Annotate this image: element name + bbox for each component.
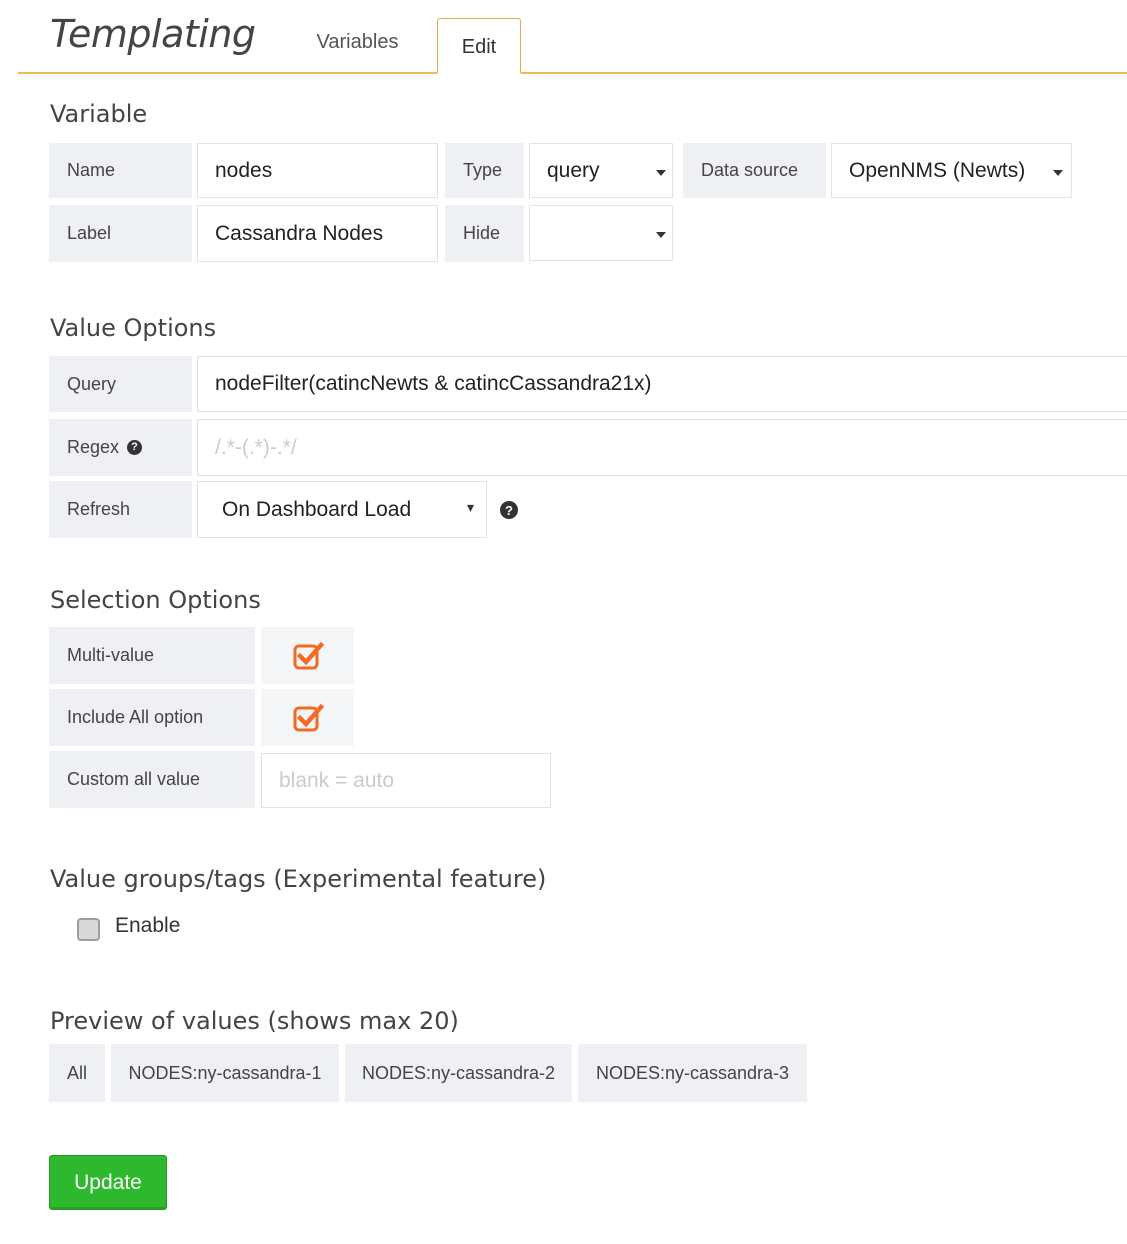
question-circle-icon[interactable]: ? bbox=[500, 501, 518, 519]
name-input[interactable]: nodes bbox=[197, 143, 438, 198]
regex-input[interactable]: /.*-(.*)-.*/ bbox=[197, 419, 1127, 476]
label-label: Label bbox=[49, 205, 192, 262]
label-input[interactable]: Cassandra Nodes bbox=[197, 205, 438, 262]
refresh-label: Refresh bbox=[49, 481, 192, 538]
chevron-down-icon: ▾ bbox=[466, 499, 474, 515]
chevron-down-icon bbox=[656, 232, 666, 238]
section-title-variable: Variable bbox=[50, 100, 148, 128]
regex-label-cell: Regex ? bbox=[49, 419, 192, 476]
checkbox-checked-icon[interactable] bbox=[292, 640, 324, 672]
name-label: Name bbox=[49, 143, 192, 198]
refresh-select[interactable]: On Dashboard Load ▾ bbox=[197, 481, 487, 538]
preview-value: NODES:ny-cassandra-2 bbox=[345, 1044, 572, 1102]
header-divider bbox=[18, 72, 1127, 74]
section-title-selection-options: Selection Options bbox=[50, 586, 261, 614]
label-input-value: Cassandra Nodes bbox=[215, 221, 384, 245]
include-all-checkbox-cell bbox=[261, 689, 354, 746]
type-select-value: query bbox=[547, 158, 600, 182]
tab-variables[interactable]: Variables bbox=[290, 26, 425, 58]
multi-value-label: Multi-value bbox=[49, 627, 255, 684]
checkbox-checked-icon[interactable] bbox=[292, 702, 324, 734]
section-title-value-groups: Value groups/tags (Experimental feature) bbox=[50, 865, 547, 893]
regex-placeholder: /.*-(.*)-.*/ bbox=[215, 435, 297, 459]
question-circle-icon[interactable]: ? bbox=[127, 440, 143, 455]
refresh-select-value: On Dashboard Load bbox=[222, 497, 412, 521]
section-title-value-options: Value Options bbox=[50, 314, 217, 342]
hide-select[interactable] bbox=[529, 205, 673, 261]
regex-label: Regex bbox=[67, 437, 120, 457]
name-input-value: nodes bbox=[215, 158, 273, 182]
hide-label: Hide bbox=[445, 205, 524, 262]
preview-value: NODES:ny-cassandra-3 bbox=[578, 1044, 807, 1102]
preview-value: NODES:ny-cassandra-1 bbox=[111, 1044, 339, 1102]
chevron-down-icon bbox=[656, 169, 666, 176]
datasource-select-value: OpenNMS (Newts) bbox=[849, 158, 1026, 182]
update-button[interactable]: Update bbox=[49, 1155, 167, 1210]
page-title: Templating bbox=[50, 12, 256, 56]
type-select[interactable]: query bbox=[529, 143, 673, 198]
custom-all-input[interactable]: blank = auto bbox=[261, 753, 551, 808]
enable-label: Enable bbox=[115, 914, 181, 937]
custom-all-placeholder: blank = auto bbox=[279, 768, 395, 792]
enable-checkbox[interactable] bbox=[77, 918, 100, 941]
type-label: Type bbox=[445, 143, 524, 198]
include-all-label: Include All option bbox=[49, 689, 255, 746]
query-input[interactable]: nodeFilter(catincNewts & catincCassandra… bbox=[197, 356, 1127, 412]
datasource-label: Data source bbox=[683, 143, 826, 198]
query-label: Query bbox=[49, 356, 192, 412]
query-input-value: nodeFilter(catincNewts & catincCassandra… bbox=[215, 372, 652, 395]
section-title-preview: Preview of values (shows max 20) bbox=[50, 1007, 459, 1035]
datasource-select[interactable]: OpenNMS (Newts) bbox=[831, 143, 1072, 198]
preview-value: All bbox=[49, 1044, 105, 1102]
tab-edit[interactable]: Edit bbox=[437, 18, 521, 74]
chevron-down-icon bbox=[1053, 169, 1063, 176]
custom-all-label: Custom all value bbox=[49, 751, 255, 808]
multi-value-checkbox-cell bbox=[261, 627, 354, 684]
